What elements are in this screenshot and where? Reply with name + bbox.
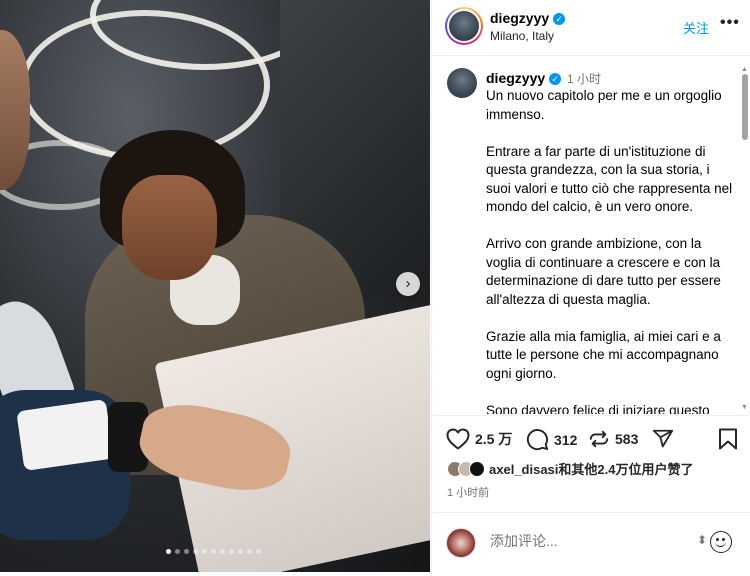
share-icon <box>652 429 674 448</box>
author-avatar[interactable] <box>445 7 483 45</box>
repost-button[interactable]: 583 <box>588 428 638 450</box>
caption-author-username[interactable]: diegzyyy <box>486 70 545 86</box>
carousel-next-button[interactable]: › <box>396 272 420 296</box>
shirt-cuff <box>16 399 114 471</box>
expand-icon[interactable]: ⬍ <box>697 533 707 547</box>
follow-button[interactable]: 关注 <box>683 18 709 37</box>
save-button[interactable] <box>718 428 738 450</box>
carousel-dot <box>256 549 261 554</box>
likes-text[interactable]: axel_disasi和其他2.4万位用户赞了 <box>489 459 693 478</box>
carousel-dots <box>166 549 261 554</box>
verified-badge-icon: ✓ <box>553 13 566 25</box>
liker-avatar <box>469 460 485 477</box>
reposts-count: 583 <box>615 431 639 447</box>
share-button[interactable] <box>652 428 674 450</box>
post-timestamp[interactable]: 1 小时前 <box>447 484 489 500</box>
like-button[interactable]: 2.5 万 <box>446 428 512 450</box>
carousel-dot <box>220 549 225 554</box>
post-location[interactable]: Milano, Italy <box>490 29 554 43</box>
scroll-down-arrow-icon[interactable]: ▼ <box>741 404 748 411</box>
caption-paragraph: Entrare a far parte di un'istituzione di… <box>486 143 733 215</box>
scroll-thumb[interactable] <box>742 74 748 140</box>
add-comment-bar: ⬍ <box>432 512 750 572</box>
likes-summary[interactable]: axel_disasi和其他2.4万位用户赞了 <box>447 459 693 478</box>
author-username-row[interactable]: diegzyyy ✓ <box>490 10 566 26</box>
caption-author-row[interactable]: diegzyyy ✓ <box>486 70 562 86</box>
verified-badge-icon: ✓ <box>549 73 562 85</box>
current-user-avatar[interactable] <box>446 528 476 558</box>
more-options-icon[interactable]: ••• <box>720 14 740 32</box>
likes-count: 2.5 万 <box>475 431 513 447</box>
caption-section: diegzyyy ✓ 1 小时 Un nuovo capitolo per me … <box>432 57 750 414</box>
comments-count: 312 <box>554 431 578 448</box>
scroll-up-arrow-icon[interactable]: ▲ <box>741 66 748 73</box>
heart-icon <box>446 428 470 450</box>
comment-button[interactable]: 312 <box>526 428 577 451</box>
carousel-dot <box>166 549 171 554</box>
player-face <box>122 175 217 280</box>
carousel-dot <box>247 549 252 554</box>
post-header: diegzyyy ✓ Milano, Italy 关注 ••• <box>432 0 750 56</box>
post-side-panel: diegzyyy ✓ Milano, Italy 关注 ••• diegzyyy ✓… <box>431 0 750 576</box>
carousel-dot <box>238 549 243 554</box>
caption-paragraph: Sono davvero felice di iniziare questo <box>486 402 710 415</box>
caption-paragraph: Un nuovo capitolo per me e un orgoglio i… <box>486 88 722 122</box>
carousel-dot <box>193 549 198 554</box>
emoji-icon[interactable] <box>710 531 732 553</box>
caption-time: 1 小时 <box>567 72 602 86</box>
caption-author-avatar[interactable] <box>447 68 477 98</box>
post-photo[interactable]: › <box>0 0 430 572</box>
author-username[interactable]: diegzyyy <box>490 10 549 26</box>
carousel-dot <box>175 549 180 554</box>
caption-paragraph: Arrivo con grande ambizione, con la vogl… <box>486 236 721 307</box>
caption-text: Un nuovo capitolo per me e un orgoglio i… <box>486 87 736 414</box>
bookmark-icon <box>719 428 737 450</box>
comment-input[interactable] <box>490 533 680 549</box>
carousel-dot <box>202 549 207 554</box>
caption-scrollbar[interactable]: ▲ ▼ <box>741 66 749 414</box>
carousel-dot <box>211 549 216 554</box>
carousel-dot <box>229 549 234 554</box>
repost-icon <box>589 430 609 448</box>
comment-icon <box>526 429 549 451</box>
caption-paragraph: Grazie alla mia famiglia, ai miei cari e… <box>486 328 721 381</box>
carousel-dot <box>184 549 189 554</box>
